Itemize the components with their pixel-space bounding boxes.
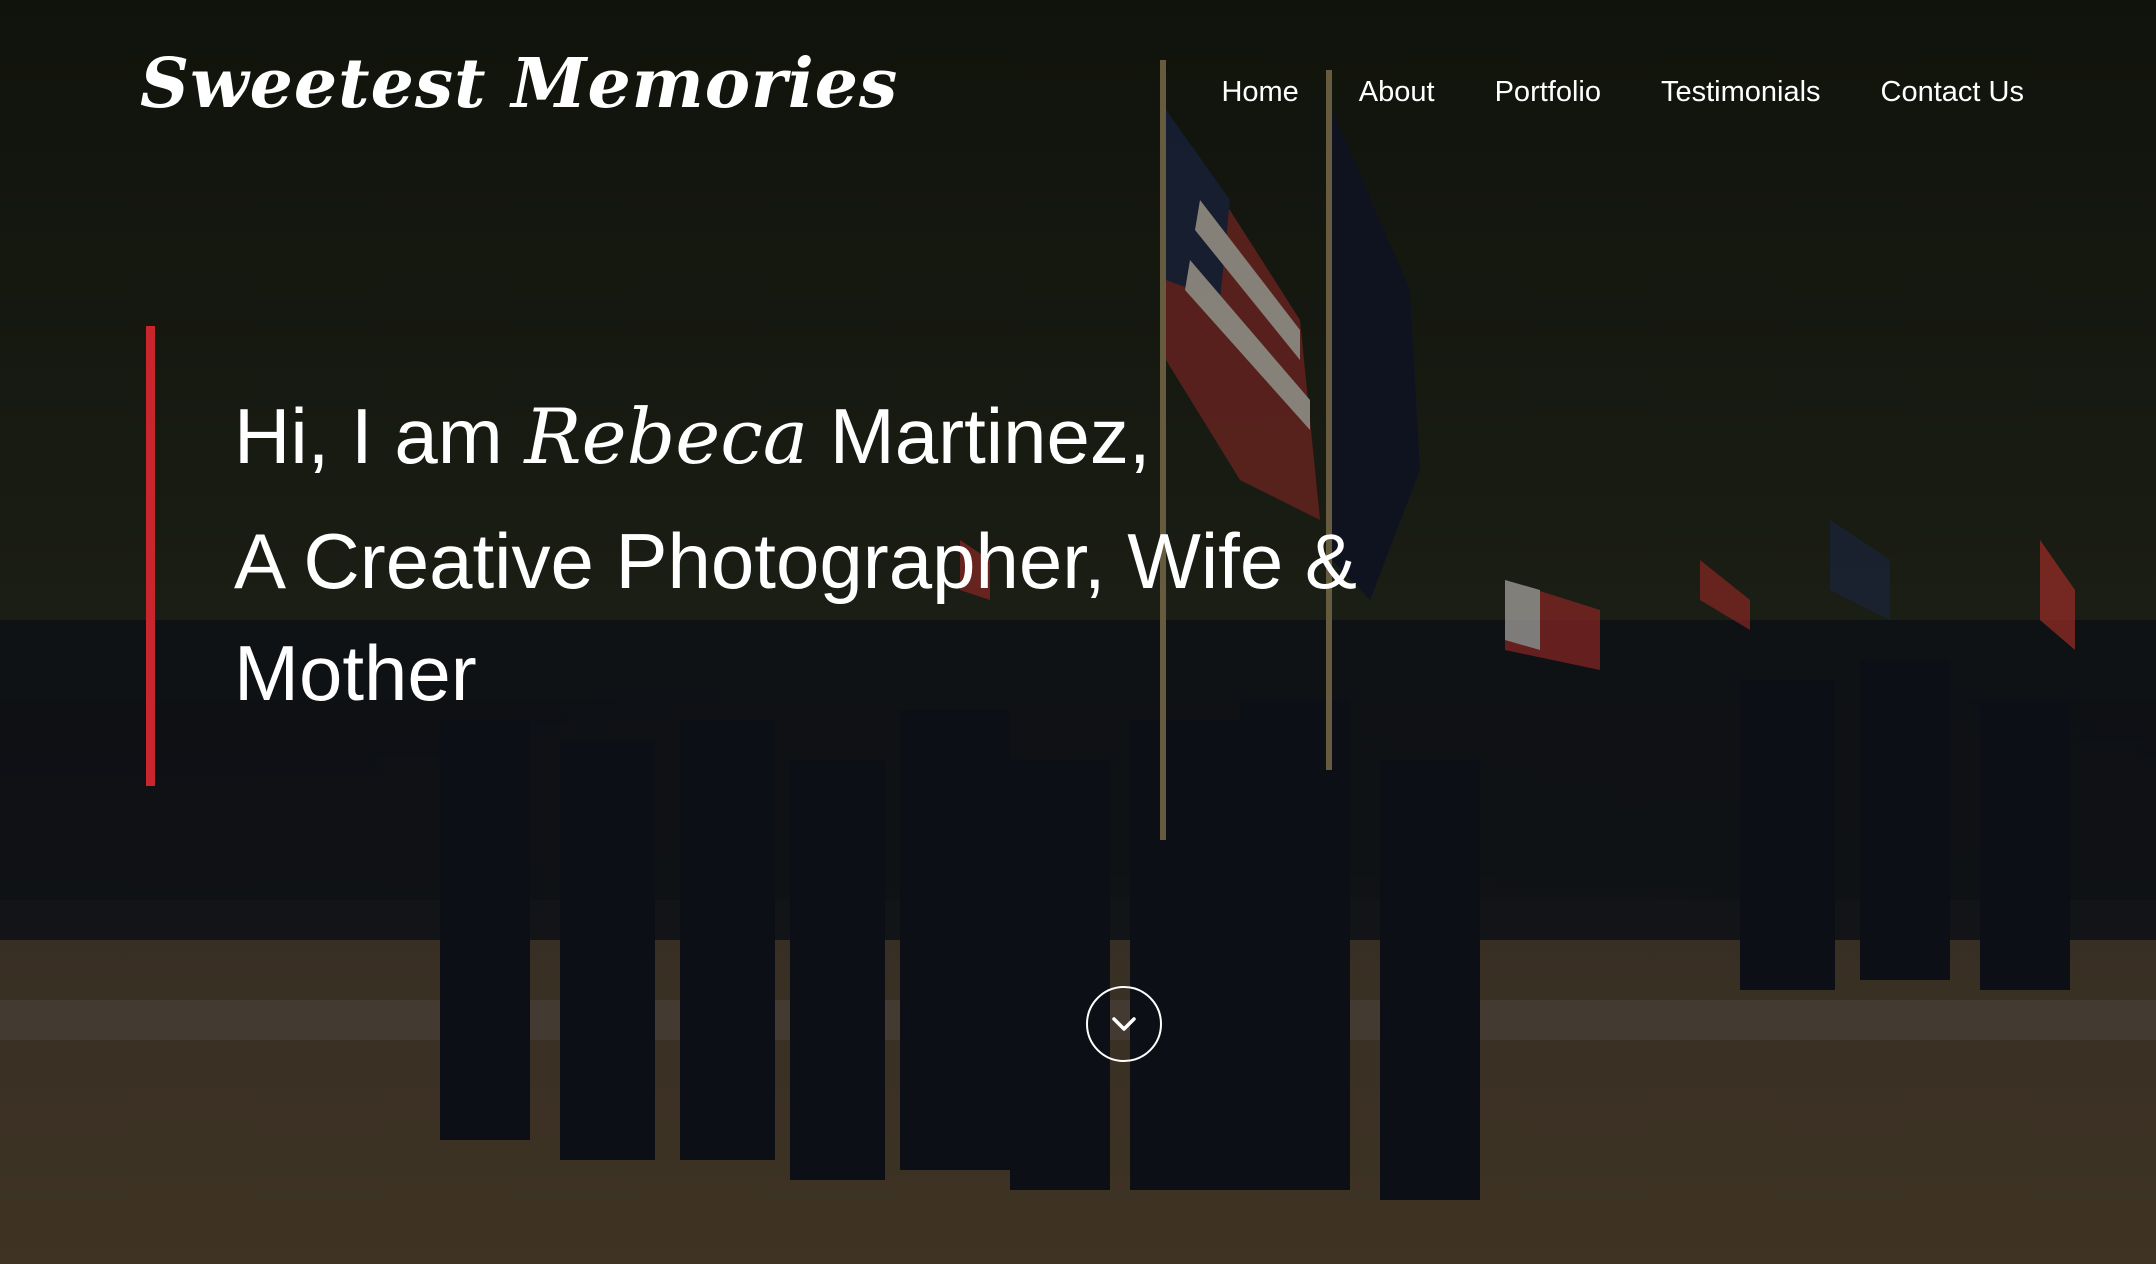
nav-testimonials[interactable]: Testimonials (1661, 76, 1821, 109)
scroll-down-button[interactable] (1086, 986, 1162, 1062)
hero-section: Sweetest Memories Home About Portfolio T… (0, 0, 2156, 1264)
nav-contact-us[interactable]: Contact Us (1881, 76, 2024, 109)
brand-logo[interactable]: Sweetest Memories (140, 44, 898, 124)
first-name: Rebeca (524, 392, 809, 481)
nav-portfolio[interactable]: Portfolio (1495, 76, 1601, 109)
chevron-down-icon (1112, 1017, 1136, 1031)
last-name: Martinez, (808, 392, 1151, 480)
nav-home[interactable]: Home (1221, 76, 1298, 109)
hero-headline: Hi, I am Rebeca Martinez, A Creative Pho… (234, 380, 1434, 729)
greeting-prefix: Hi, I am (234, 392, 525, 480)
headline-greeting-line: Hi, I am Rebeca Martinez, (234, 380, 1434, 493)
nav-about[interactable]: About (1359, 76, 1435, 109)
headline-tagline: A Creative Photographer, Wife & Mother (234, 517, 1357, 717)
main-nav: Home About Portfolio Testimonials Contac… (1221, 76, 2024, 109)
headline-accent-bar (146, 326, 155, 786)
